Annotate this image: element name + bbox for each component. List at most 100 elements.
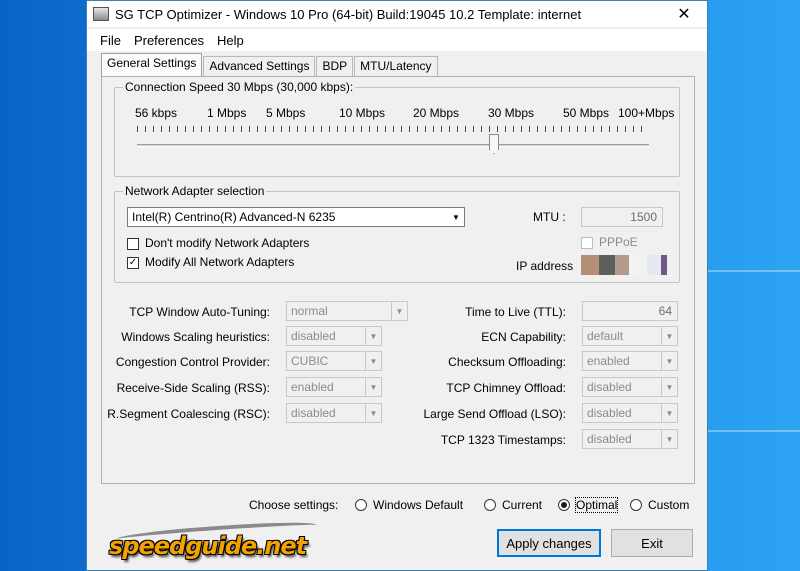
network-adapter-group: Network Adapter selection Intel(R) Centr… (114, 184, 680, 283)
congestion-control-provider-select[interactable]: CUBIC ▼ (286, 351, 382, 371)
dont-modify-checkbox[interactable] (127, 238, 139, 250)
tick-56kbps: 56 kbps (135, 106, 178, 120)
window-title: SG TCP Optimizer - Windows 10 Pro (64-bi… (115, 6, 582, 22)
chevron-down-icon: ▼ (365, 404, 381, 422)
radio-current-label[interactable]: Current (502, 498, 542, 512)
large-send-offload-value: disabled (587, 406, 632, 420)
receive-side-scaling-select[interactable]: enabled ▼ (286, 377, 382, 397)
app-icon (93, 7, 109, 21)
mtu-field[interactable]: 1500 (581, 207, 663, 227)
tcp-window-autotuning-select[interactable]: normal ▼ (286, 301, 408, 321)
tcp-1323-timestamps-value: disabled (587, 432, 632, 446)
modify-all-checkbox[interactable]: ✓ (127, 257, 139, 269)
chevron-down-icon: ▼ (391, 302, 407, 320)
radio-optimal[interactable] (558, 499, 570, 511)
tcp-chimney-offload-value: disabled (587, 380, 632, 394)
adapter-select-value: Intel(R) Centrino(R) Advanced-N 6235 (132, 210, 336, 224)
ecn-capability-label: ECN Capability: (481, 330, 566, 344)
close-icon[interactable]: ✕ (661, 1, 707, 27)
tick-100plus-mbps: 100+Mbps (618, 106, 675, 120)
chevron-down-icon: ▼ (661, 378, 677, 396)
ip-address-label: IP address (516, 259, 574, 273)
ttl-label: Time to Live (TTL): (465, 305, 566, 319)
pppoe-checkbox[interactable] (581, 237, 593, 249)
dont-modify-label: Don't modify Network Adapters (145, 236, 310, 250)
menu-preferences[interactable]: Preferences (129, 33, 212, 48)
menu-bar: File Preferences Help (87, 29, 707, 51)
speed-slider-thumb[interactable] (489, 134, 499, 154)
radio-custom[interactable] (630, 499, 642, 511)
ecn-capability-select[interactable]: default ▼ (582, 326, 678, 346)
chevron-down-icon: ▼ (452, 212, 460, 222)
tcp-1323-timestamps-select[interactable]: disabled ▼ (582, 429, 678, 449)
checksum-offloading-value: enabled (587, 354, 630, 368)
connection-speed-group: Connection Speed 30 Mbps (30,000 kbps): … (114, 80, 680, 177)
choose-settings-label: Choose settings: (249, 498, 339, 512)
desktop-light-ray (708, 430, 800, 432)
mtu-label: MTU : (533, 210, 566, 224)
connection-speed-label: Connection Speed 30 Mbps (30,000 kbps): (123, 80, 356, 94)
apply-changes-button[interactable]: Apply changes (497, 529, 601, 557)
tab-general-settings[interactable]: General Settings (101, 53, 203, 76)
radio-windows-default-label[interactable]: Windows Default (373, 498, 463, 512)
checksum-offloading-select[interactable]: enabled ▼ (582, 351, 678, 371)
tick-50mbps: 50 Mbps (563, 106, 610, 120)
chevron-down-icon: ▼ (365, 378, 381, 396)
network-adapter-label: Network Adapter selection (123, 184, 267, 198)
tcp-window-autotuning-label: TCP Window Auto-Tuning: (129, 305, 270, 319)
radio-custom-label[interactable]: Custom (648, 498, 689, 512)
slider-ticks (137, 126, 649, 132)
tick-20mbps: 20 Mbps (413, 106, 460, 120)
tick-10mbps: 10 Mbps (339, 106, 386, 120)
pppoe-label: PPPoE (599, 235, 638, 249)
tcp-window-autotuning-value: normal (291, 304, 328, 318)
logo-text: speedguide.net (109, 532, 307, 560)
checksum-offloading-label: Checksum Offloading: (448, 355, 566, 369)
ecn-capability-value: default (587, 329, 624, 343)
segment-coalescing-value: disabled (291, 406, 336, 420)
chevron-down-icon: ▼ (365, 352, 381, 370)
tcp-1323-timestamps-label: TCP 1323 Timestamps: (440, 433, 566, 447)
congestion-control-provider-label: Congestion Control Provider: (115, 355, 270, 369)
menu-file[interactable]: File (95, 33, 129, 48)
tcp-optimizer-window: SG TCP Optimizer - Windows 10 Pro (64-bi… (86, 0, 708, 571)
segment-coalescing-select[interactable]: disabled ▼ (286, 403, 382, 423)
tick-1mbps: 1 Mbps (207, 106, 247, 120)
speed-slider-track[interactable] (137, 144, 649, 147)
large-send-offload-label: Large Send Offload (LSO): (423, 407, 566, 421)
radio-current[interactable] (484, 499, 496, 511)
chevron-down-icon: ▼ (661, 404, 677, 422)
tick-30mbps: 30 Mbps (488, 106, 535, 120)
tab-strip: General Settings Advanced Settings BDP M… (101, 53, 439, 76)
radio-windows-default[interactable] (355, 499, 367, 511)
tcp-chimney-offload-select[interactable]: disabled ▼ (582, 377, 678, 397)
large-send-offload-select[interactable]: disabled ▼ (582, 403, 678, 423)
ttl-field[interactable]: 64 (582, 301, 678, 321)
modify-all-label: Modify All Network Adapters (145, 255, 295, 269)
tab-bdp[interactable]: BDP (316, 56, 354, 76)
ip-address-field-redacted (581, 255, 667, 275)
menu-help[interactable]: Help (212, 33, 252, 48)
tab-mtu-latency[interactable]: MTU/Latency (354, 56, 438, 76)
desktop-light-ray (708, 270, 800, 272)
chevron-down-icon: ▼ (661, 352, 677, 370)
title-bar[interactable]: SG TCP Optimizer - Windows 10 Pro (64-bi… (87, 1, 707, 27)
tab-advanced-settings[interactable]: Advanced Settings (203, 56, 316, 76)
tcp-chimney-offload-label: TCP Chimney Offload: (446, 381, 566, 395)
tick-5mbps: 5 Mbps (266, 106, 306, 120)
speedguide-logo: speedguide.net (107, 519, 357, 566)
windows-scaling-heuristics-select[interactable]: disabled ▼ (286, 326, 382, 346)
chevron-down-icon: ▼ (365, 327, 381, 345)
segment-coalescing-label: R.Segment Coalescing (RSC): (107, 407, 270, 421)
radio-optimal-label[interactable]: Optimal (574, 497, 619, 513)
general-settings-panel: Connection Speed 30 Mbps (30,000 kbps): … (101, 76, 695, 484)
windows-scaling-heuristics-label: Windows Scaling heuristics: (121, 330, 270, 344)
chevron-down-icon: ▼ (661, 327, 677, 345)
receive-side-scaling-value: enabled (291, 380, 334, 394)
windows-scaling-heuristics-value: disabled (291, 329, 336, 343)
congestion-control-provider-value: CUBIC (291, 354, 329, 368)
chevron-down-icon: ▼ (661, 430, 677, 448)
receive-side-scaling-label: Receive-Side Scaling (RSS): (116, 381, 270, 395)
adapter-select[interactable]: Intel(R) Centrino(R) Advanced-N 6235 ▼ (127, 207, 465, 227)
exit-button[interactable]: Exit (611, 529, 693, 557)
